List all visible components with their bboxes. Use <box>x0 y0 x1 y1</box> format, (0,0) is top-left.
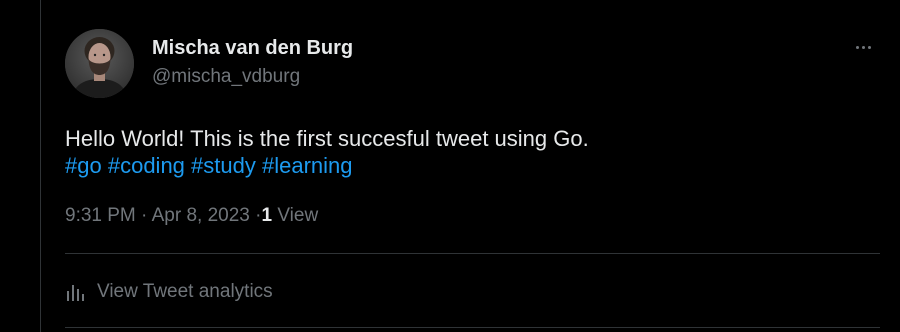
timeline-border <box>40 0 41 332</box>
tweet-time[interactable]: 9:31 PM <box>65 205 136 226</box>
divider <box>65 327 880 328</box>
meta-separator: · <box>141 205 148 226</box>
divider <box>65 253 880 254</box>
hashtag-link[interactable]: #go <box>65 153 102 178</box>
view-tweet-analytics-link[interactable]: View Tweet analytics <box>65 280 273 304</box>
dot <box>867 45 871 49</box>
tweet-hashtags: #go #coding #study #learning <box>65 151 353 180</box>
avatar-photo-icon <box>65 29 134 98</box>
author-display-name[interactable]: Mischa van den Burg <box>152 37 353 60</box>
hashtag-link[interactable]: #study <box>191 153 256 178</box>
analytics-label: View Tweet analytics <box>97 281 273 302</box>
views-label: View <box>277 205 319 226</box>
tweet-meta: 9:31 PM · Apr 8, 2023 ·1 View <box>65 204 318 228</box>
dot <box>855 45 859 49</box>
more-options-icon[interactable] <box>850 36 876 58</box>
author-handle[interactable]: @mischa_vdburg <box>152 66 300 88</box>
views-count: 1 <box>261 205 273 226</box>
tweet-text: Hello World! This is the first succesful… <box>65 126 589 151</box>
tweet-date[interactable]: Apr 8, 2023 <box>152 205 250 226</box>
bar-chart-icon <box>65 282 87 302</box>
dot <box>861 45 865 49</box>
hashtag-link[interactable]: #coding <box>108 153 185 178</box>
avatar[interactable] <box>65 29 134 98</box>
tweet-detail: Mischa van den Burg @mischa_vdburg Hello… <box>65 0 880 332</box>
hashtag-link[interactable]: #learning <box>262 153 353 178</box>
